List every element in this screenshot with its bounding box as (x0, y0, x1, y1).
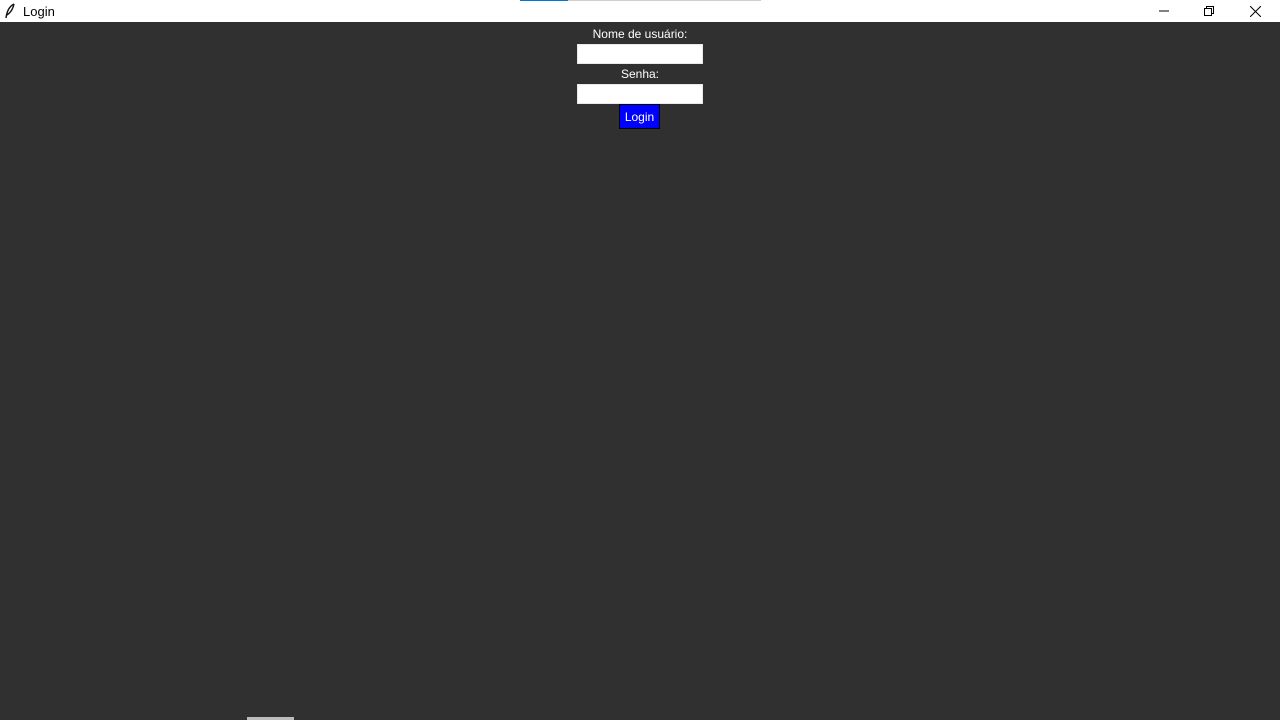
username-input[interactable] (577, 44, 703, 64)
minimize-button[interactable] (1141, 0, 1187, 22)
restore-icon (1204, 6, 1214, 16)
login-window: Login Nome de usuário: Senha: Login (0, 0, 1280, 720)
minimize-icon (1159, 10, 1169, 12)
password-input[interactable] (577, 84, 703, 104)
login-button[interactable]: Login (619, 104, 660, 129)
title-bar-accent (520, 0, 568, 1)
username-label: Nome de usuário: (592, 27, 688, 41)
restore-button[interactable] (1186, 0, 1232, 22)
title-bar[interactable]: Login (0, 0, 1280, 22)
close-icon (1249, 5, 1261, 17)
title-bar-accent-track (568, 0, 761, 1)
close-button[interactable] (1232, 0, 1278, 22)
window-title: Login (23, 4, 55, 19)
password-label: Senha: (620, 67, 660, 81)
feather-icon (5, 3, 15, 19)
